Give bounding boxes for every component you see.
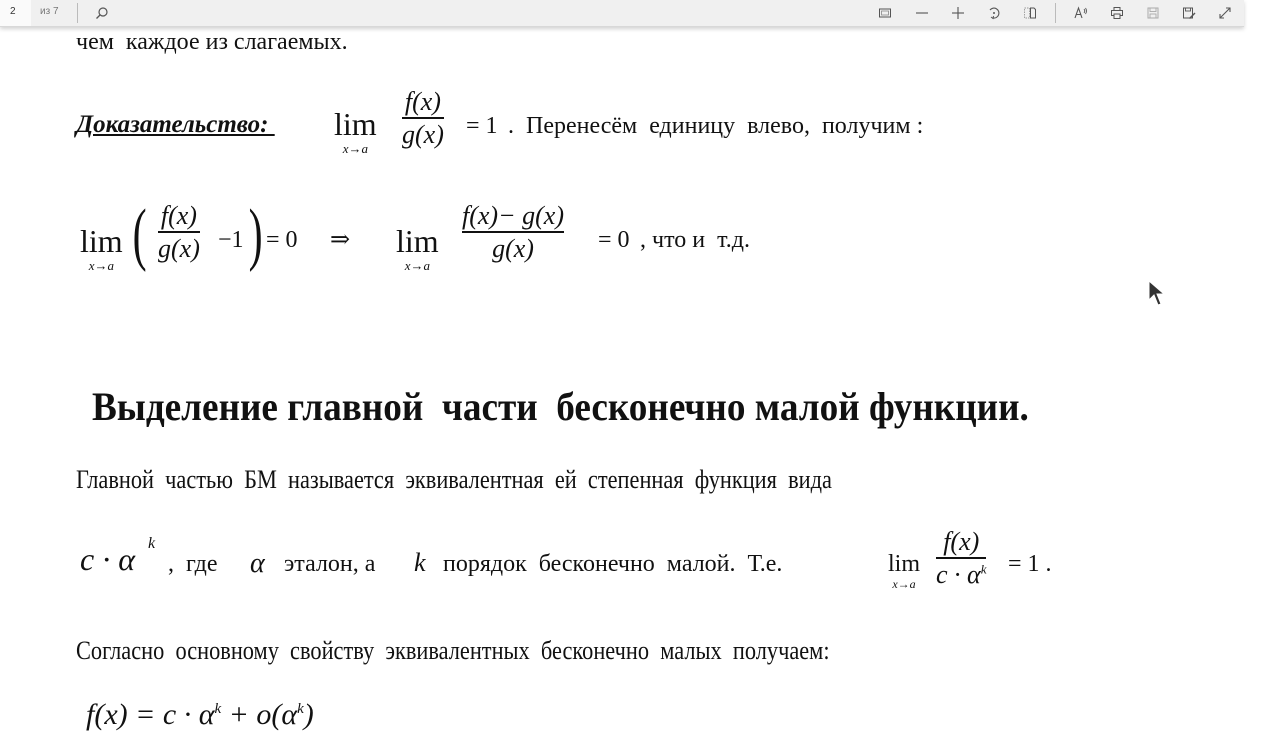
fraction: f(x)− g(x) g(x) [462, 202, 564, 262]
save-button[interactable] [1142, 2, 1164, 24]
qed-text: , что и т.д. [640, 227, 750, 253]
limit-expression: lim x→a [396, 225, 439, 272]
zoom-in-icon [952, 7, 964, 19]
fraction-bar [462, 231, 564, 233]
lim-subscript: x→a [342, 141, 368, 156]
lim-subscript: x→a [404, 258, 430, 273]
lim-word: lim [80, 223, 123, 259]
text-where: , где [168, 551, 218, 577]
zoom-out-icon [916, 12, 928, 14]
minus-one: −1 [218, 227, 244, 253]
c-alpha: c · α [80, 541, 135, 577]
formula-tail: + o(α [221, 698, 298, 731]
denominator: g(x) [158, 233, 200, 263]
fit-page-button[interactable] [874, 2, 896, 24]
equals-zero: = 0 [266, 227, 298, 253]
limit-expression: lim x→a [80, 225, 123, 272]
equals-one: = 1 . [1008, 551, 1052, 577]
formula-end: ) [303, 698, 314, 731]
right-paren: ) [248, 196, 263, 273]
document-page: чем каждое из слагаемых. Доказательство:… [0, 0, 1280, 730]
proof-label: Доказательство: [76, 111, 275, 138]
equals-zero: = 0 [598, 227, 630, 253]
save-as-button[interactable] [1178, 2, 1200, 24]
limit-expression: lim x→a [334, 108, 377, 155]
exponent-k: k [980, 561, 987, 577]
search-button[interactable] [91, 2, 113, 24]
save-icon [1147, 7, 1159, 19]
rotate-button[interactable] [983, 2, 1005, 24]
implies-arrow: ⇒ [330, 227, 351, 253]
fullscreen-button[interactable] [1214, 2, 1236, 24]
fit-page-icon [879, 8, 891, 18]
search-icon [96, 7, 108, 19]
lim-word: lim [888, 551, 921, 577]
exponent-k: k [297, 701, 304, 717]
text-etalon: эталон, а [284, 551, 376, 577]
fraction: f(x) g(x) [402, 88, 444, 148]
c-alpha: c · α [936, 559, 981, 589]
toolbar-divider [1055, 3, 1056, 23]
print-icon [1111, 7, 1123, 19]
exponent-k: k [148, 535, 156, 552]
paragraph: Согласно основному свойству эквивалентны… [76, 636, 830, 665]
zoom-in-button[interactable] [947, 2, 969, 24]
equals-one: = 1 [466, 113, 498, 139]
toolbar-divider [77, 3, 78, 23]
text-order: порядок бесконечно малой. Т.е. [443, 551, 783, 577]
denominator: g(x) [492, 233, 534, 263]
fraction-bar [158, 231, 200, 233]
fraction-bar [402, 117, 444, 119]
proof-text: . Перенесём единицу влево, получим : [508, 113, 924, 139]
lim-subscript: x→a [892, 577, 916, 591]
page-view-button[interactable] [1019, 2, 1041, 24]
fraction-bar [936, 557, 987, 559]
text-line: чем каждое из слагаемых. [76, 29, 348, 55]
limit-expression: lim x→a [888, 552, 920, 590]
numerator: f(x) [160, 201, 197, 230]
fraction: f(x) g(x) [158, 202, 200, 262]
page-total-label: из 7 [40, 6, 59, 17]
zoom-out-button[interactable] [911, 2, 933, 24]
fullscreen-icon [1219, 7, 1231, 19]
alpha-symbol: α [250, 548, 265, 579]
numerator: f(x) [943, 527, 980, 556]
read-aloud-icon [1074, 6, 1087, 19]
denominator: g(x) [402, 119, 444, 149]
lim-word: lim [334, 106, 377, 142]
numerator: f(x)− g(x) [462, 201, 564, 230]
rotate-icon [989, 7, 1000, 20]
save-as-icon [1183, 7, 1196, 19]
numerator: f(x) [404, 87, 441, 116]
pdf-toolbar: 2 из 7 [0, 0, 1244, 27]
lim-word: lim [396, 223, 439, 259]
read-aloud-button[interactable] [1070, 2, 1092, 24]
k-symbol: k [414, 548, 426, 577]
lim-subscript: x→a [88, 258, 114, 273]
mouse-cursor-icon [1148, 280, 1166, 306]
left-paren: ( [132, 196, 147, 273]
page-number-input[interactable]: 2 [0, 0, 31, 26]
section-heading: Выделение главной части бесконечно малой… [92, 384, 1029, 429]
paragraph: Главной частью БМ называется эквивалентн… [76, 465, 832, 494]
fraction: f(x) c · αk [936, 527, 987, 588]
denominator: c · αk [936, 561, 986, 588]
page-view-icon [1024, 7, 1036, 19]
partial-formula: f(x) = c · αk + o(αk) [86, 700, 314, 730]
formula-start: f(x) = c · α [86, 698, 215, 731]
print-button[interactable] [1106, 2, 1128, 24]
